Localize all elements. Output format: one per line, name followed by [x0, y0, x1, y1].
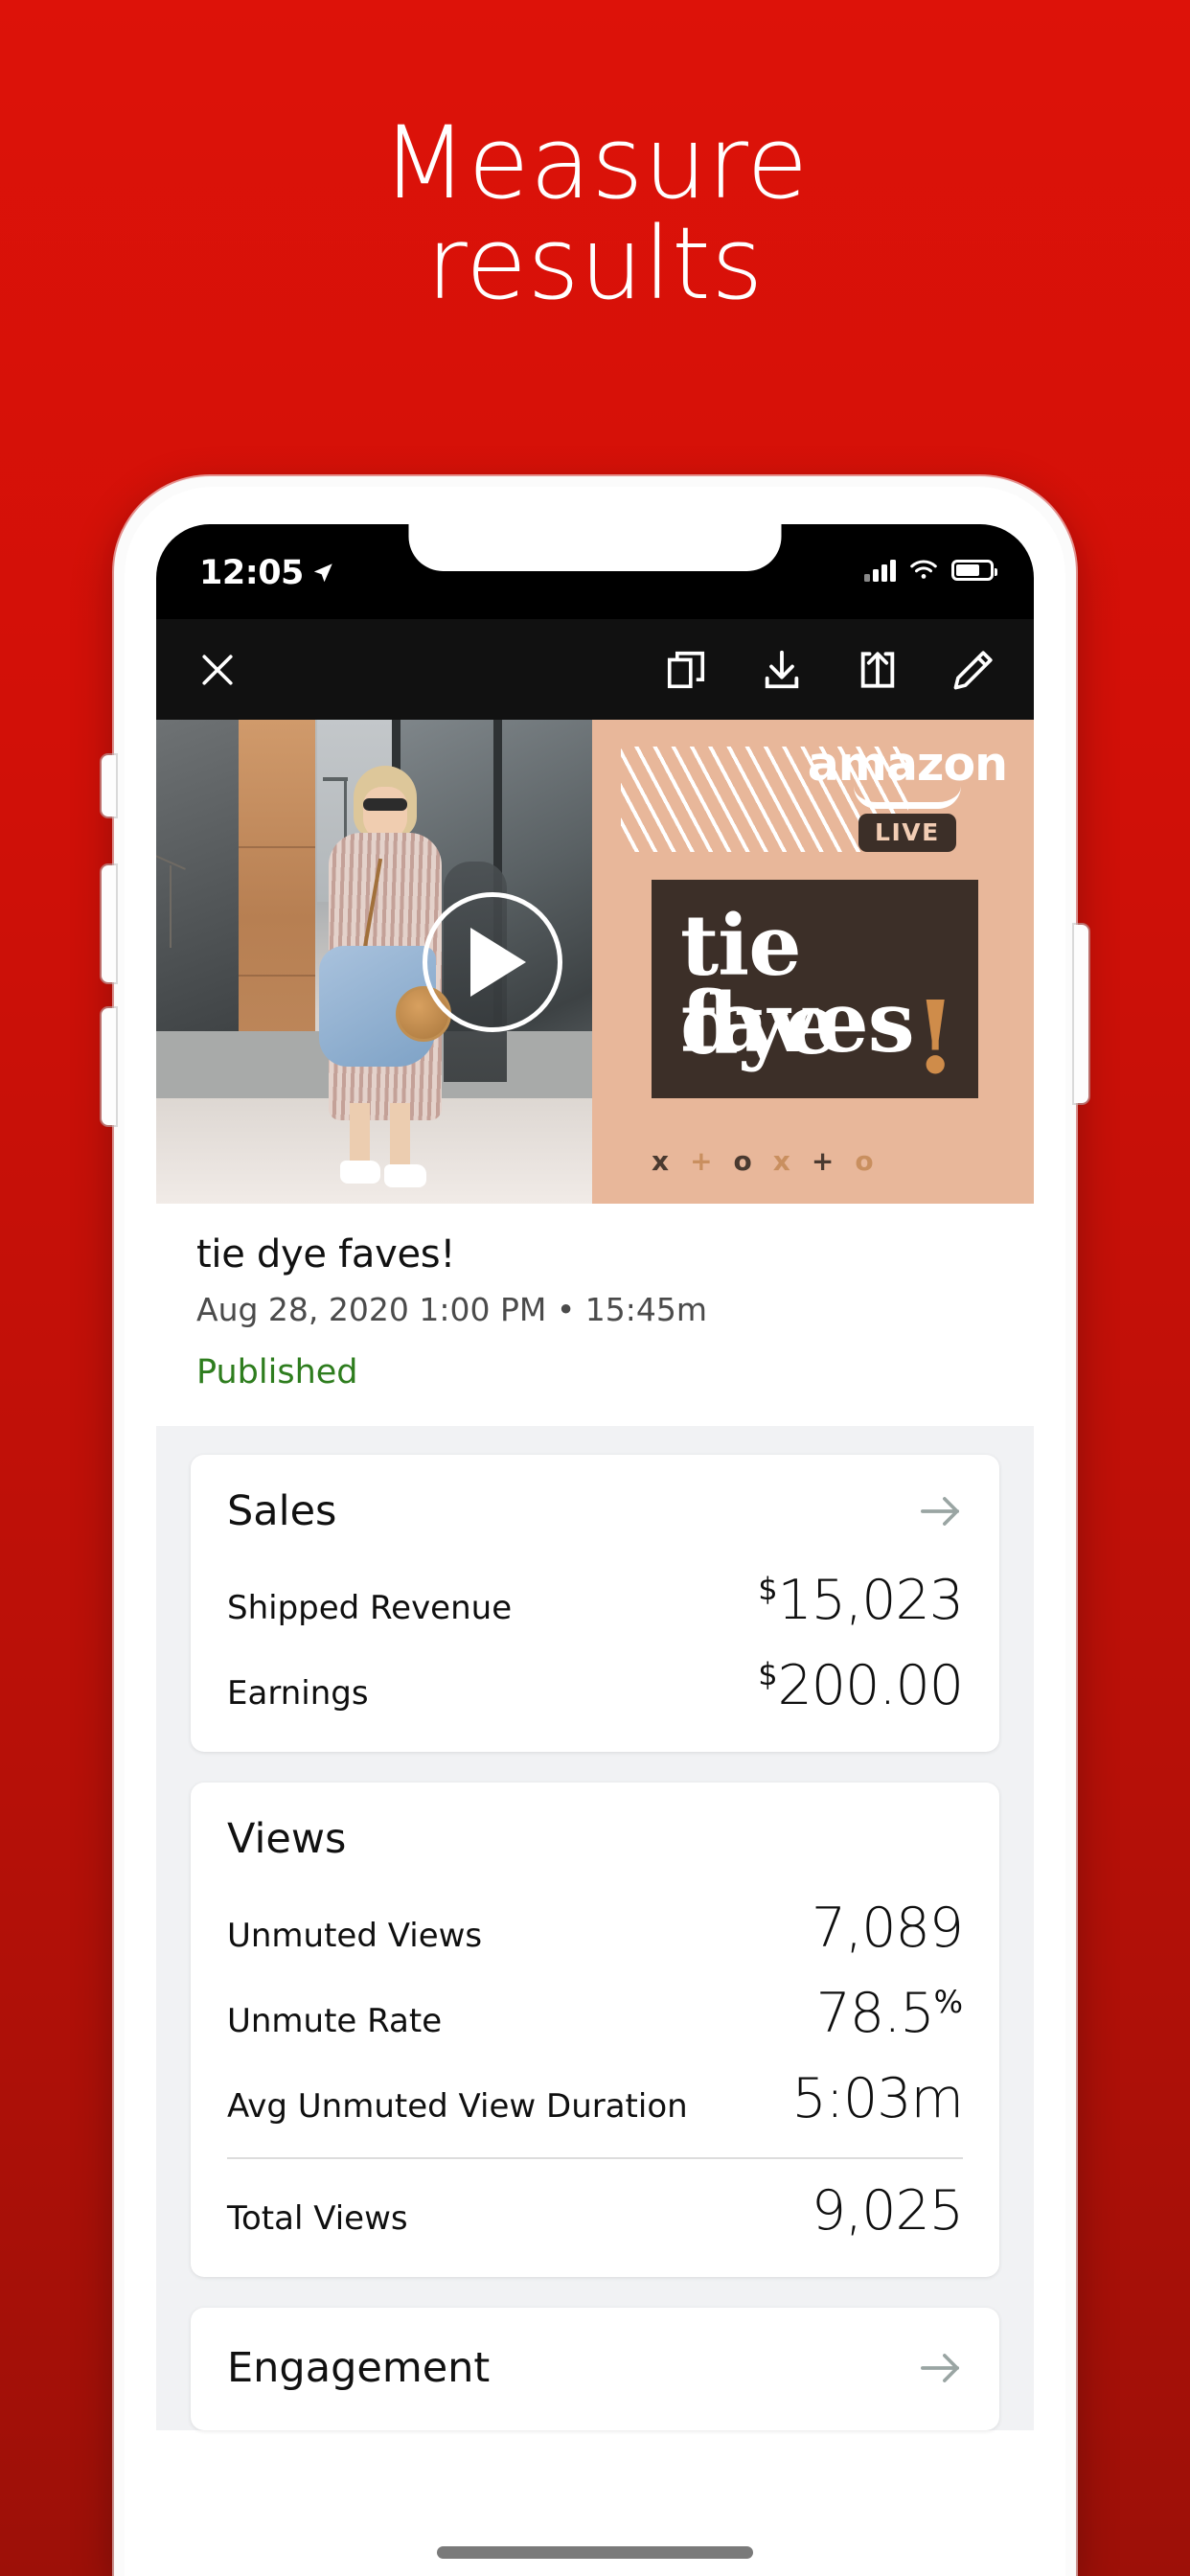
- engagement-card-header: Engagement: [227, 2344, 963, 2392]
- live-badge: LIVE: [858, 814, 956, 852]
- page-title-line-2: results: [426, 205, 764, 323]
- metric-label: Unmute Rate: [227, 2002, 443, 2040]
- decor-mark: +: [811, 1145, 835, 1177]
- metric-row: Unmuted Views 7,089: [227, 1880, 964, 1966]
- thumbnail-title-box: tie dye faves !: [652, 880, 978, 1098]
- share-icon[interactable]: [856, 648, 900, 692]
- metric-label: Unmuted Views: [227, 1917, 483, 1955]
- metric-label: Shipped Revenue: [227, 1589, 513, 1627]
- status-bar-indicators: [864, 559, 997, 582]
- metric-label: Total Views: [227, 2199, 408, 2238]
- notch: [408, 524, 782, 571]
- engagement-card-title: Engagement: [227, 2344, 491, 2392]
- card-divider: [227, 2157, 963, 2159]
- volume-down-button[interactable]: [102, 1008, 116, 1125]
- metric-number: 78.5: [815, 1982, 935, 2045]
- metric-label: Earnings: [227, 1674, 369, 1713]
- metric-prefix: $: [758, 1656, 778, 1692]
- sales-card[interactable]: Sales Shipped Revenue $15,023 Earnings $…: [191, 1455, 999, 1752]
- volume-up-button[interactable]: [102, 865, 116, 982]
- thumbnail-exclamation: !: [913, 978, 957, 1097]
- metric-prefix: $: [758, 1571, 778, 1607]
- metric-value: 7,089: [811, 1897, 964, 1960]
- wifi-icon: [910, 560, 937, 579]
- page-title: Measure results: [0, 104, 1190, 323]
- metric-value: $200.00: [758, 1654, 964, 1717]
- thumbnail-title-line-2: faves: [680, 973, 915, 1071]
- sales-card-title: Sales: [227, 1487, 337, 1535]
- video-title: tie dye faves!: [196, 1232, 456, 1276]
- duplicate-icon[interactable]: [664, 648, 708, 692]
- decor-mark: o: [855, 1145, 874, 1177]
- views-card-title: Views: [227, 1815, 347, 1863]
- metric-row: Earnings $200.00: [227, 1638, 964, 1723]
- location-arrow-icon: [313, 564, 332, 583]
- arrow-right-icon[interactable]: [919, 1492, 963, 1530]
- decor-mark: x: [772, 1145, 790, 1177]
- metric-row-total: Total Views 9,025: [227, 2163, 964, 2248]
- cellular-bars-icon: [864, 559, 896, 582]
- status-bar: 12:05: [156, 524, 1034, 619]
- amazon-live-logo: amazon LIVE: [807, 737, 1008, 852]
- metric-row: Avg Unmuted View Duration 5:03m: [227, 2051, 964, 2136]
- metric-value: 5:03m: [791, 2067, 964, 2130]
- views-card[interactable]: Views Unmuted Views 7,089 Unmute Rate 78…: [191, 1782, 999, 2277]
- home-indicator[interactable]: [437, 2546, 753, 2559]
- decor-marks: x + o x + o: [652, 1145, 874, 1177]
- app-toolbar: [156, 619, 1034, 720]
- amazon-wordmark: amazon: [807, 737, 1008, 792]
- phone-mockup: 12:05 amazon LIVE tie dye faves ! x + o …: [102, 476, 1088, 2576]
- sales-card-header: Sales: [227, 1487, 963, 1535]
- metric-number: 15,023: [777, 1569, 964, 1632]
- toolbar-actions: [664, 648, 995, 692]
- views-card-header: Views: [227, 1815, 963, 1863]
- decor-mark: +: [690, 1145, 713, 1177]
- power-button[interactable]: [1074, 925, 1088, 1103]
- metric-value: $15,023: [758, 1569, 964, 1632]
- video-meta: tie dye faves! Aug 28, 2020 1:00 PM • 15…: [156, 1204, 1034, 1426]
- video-datetime-duration: Aug 28, 2020 1:00 PM • 15:45m: [196, 1291, 708, 1328]
- decor-mark: x: [652, 1145, 670, 1177]
- battery-icon: [951, 560, 997, 581]
- status-bar-time-group: 12:05: [199, 554, 335, 592]
- metric-number: 7,089: [811, 1897, 964, 1960]
- phone-screen: 12:05 amazon LIVE tie dye faves ! x + o …: [156, 524, 1034, 2576]
- video-thumbnail[interactable]: amazon LIVE tie dye faves ! x + o x + o: [156, 720, 1034, 1204]
- decor-mark: o: [733, 1145, 752, 1177]
- status-badge: Published: [196, 1353, 358, 1392]
- arrow-right-icon[interactable]: [919, 2349, 963, 2387]
- metrics-cards: Sales Shipped Revenue $15,023 Earnings $…: [156, 1426, 1034, 2430]
- status-bar-time: 12:05: [199, 554, 304, 592]
- metric-value: 78.5%: [816, 1982, 963, 2045]
- metric-number: 9,025: [811, 2179, 964, 2242]
- play-button-icon[interactable]: [423, 891, 562, 1032]
- metric-number: 200.00: [777, 1654, 964, 1717]
- download-icon[interactable]: [760, 648, 804, 692]
- metric-row: Shipped Revenue $15,023: [227, 1552, 964, 1638]
- metric-row: Unmute Rate 78.5%: [227, 1966, 963, 2051]
- engagement-card[interactable]: Engagement: [191, 2308, 999, 2430]
- metric-label: Avg Unmuted View Duration: [227, 2087, 688, 2126]
- pencil-edit-icon[interactable]: [951, 648, 995, 692]
- metric-number: 5:03m: [791, 2067, 964, 2130]
- metric-value: 9,025: [811, 2179, 964, 2242]
- close-x-icon[interactable]: [196, 649, 239, 691]
- page-title-line-1: Measure: [381, 104, 809, 221]
- silent-switch-button[interactable]: [102, 755, 116, 816]
- thumbnail-artwork: amazon LIVE tie dye faves ! x + o x + o: [592, 720, 1034, 1204]
- metric-suffix: %: [933, 1984, 963, 2020]
